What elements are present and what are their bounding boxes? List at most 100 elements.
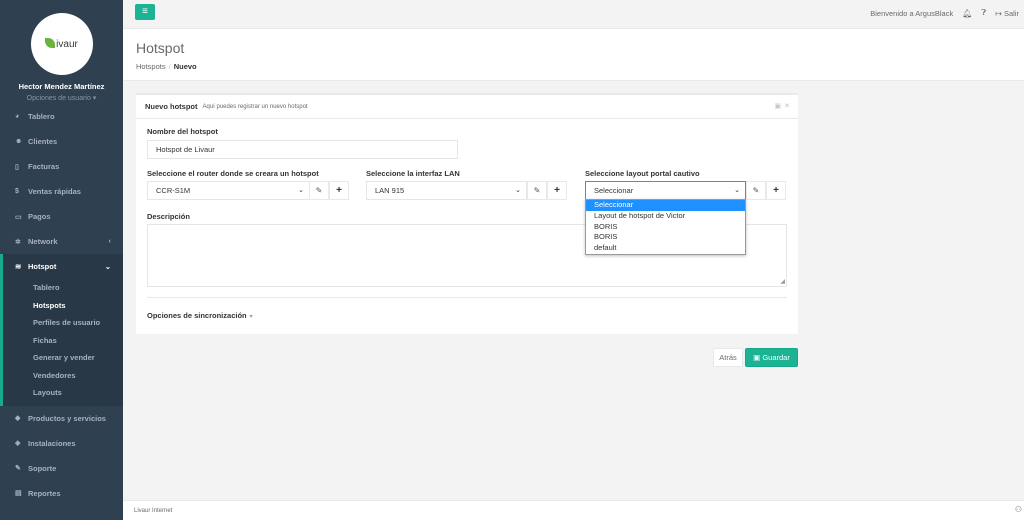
submenu-item-perfiles[interactable]: Perfiles de usuario — [3, 314, 123, 332]
breadcrumb-separator: / — [168, 62, 171, 71]
lan-label: Seleccione la interfaz LAN — [366, 169, 460, 178]
hotspot-name-input[interactable]: Hotspot de Livaur — [147, 140, 458, 159]
chevron-down-icon: ⌄ — [515, 187, 521, 194]
sidebar-item-pagos[interactable]: ▭ Pagos — [0, 204, 123, 229]
dollar-icon: $ — [15, 188, 19, 195]
router-label: Seleccione el router donde se creara un … — [147, 169, 319, 178]
hamburger-icon: ≡ — [142, 6, 148, 17]
sync-options-toggle[interactable]: Opciones de sincronización ▾ — [147, 311, 253, 320]
description-label: Descripción — [147, 212, 190, 221]
topbar-right: Bienvenido a ArgusBlack 🔔︎ ❓︎ ↦ Salir — [870, 8, 1019, 18]
topbar: ≡ Bienvenido a ArgusBlack 🔔︎ ❓︎ ↦ Salir — [123, 0, 1024, 29]
layout-add-button[interactable]: + — [766, 181, 786, 200]
sidebar-item-clientes[interactable]: ☻ Clientes — [0, 129, 123, 154]
breadcrumb-hotspots[interactable]: Hotspots — [136, 62, 166, 71]
sidebar-item-facturas[interactable]: ▯ Facturas — [0, 154, 123, 179]
tag-icon: ◆ — [15, 415, 21, 422]
page-header: Hotspot Hotspots / Nuevo — [123, 29, 1024, 81]
sidebar-item-ventas-rapidas[interactable]: $ Ventas rápidas — [0, 179, 123, 204]
dashboard-icon: ◕ — [15, 113, 20, 120]
user-options-dropdown[interactable]: Opciones de usuario ▾ — [0, 94, 123, 102]
sidebar-item-soporte[interactable]: ✎ Soporte — [0, 456, 123, 481]
layout-option[interactable]: default — [586, 243, 745, 254]
lan-edit-button[interactable]: ✎ — [527, 181, 547, 200]
sidebar: ivaur Hector Mendez Martínez Opciones de… — [0, 0, 123, 520]
plus-icon: + — [554, 185, 560, 196]
plus-icon: + — [336, 185, 342, 196]
chat-icon[interactable]: ⚇ — [1015, 505, 1022, 514]
breadcrumb-nuevo: Nuevo — [173, 62, 197, 71]
logo-text: ivaur — [56, 39, 78, 50]
form-divider — [147, 297, 787, 298]
router-select[interactable]: CCR-S1M ⌄ — [147, 181, 310, 200]
submenu-item-hotspots[interactable]: Hotspots — [3, 297, 123, 315]
submenu-item-tablero[interactable]: Tablero — [3, 279, 123, 297]
chevron-left-icon: ‹ — [108, 238, 111, 245]
layout-option[interactable]: Seleccionar — [586, 200, 745, 211]
panel-title: Nuevo hotspot — [145, 102, 198, 111]
chevron-down-icon: ⌄ — [104, 262, 111, 271]
router-add-button[interactable]: + — [329, 181, 349, 200]
floppy-icon: ▣ — [753, 353, 761, 362]
gear-icon: ✲ — [15, 238, 21, 246]
sign-out-icon: ↦ — [995, 8, 1002, 18]
footer: Livaur Internet ⚇ — [123, 500, 1024, 520]
sidebar-item-network[interactable]: ✲ Network ‹ — [0, 229, 123, 254]
chevron-down-icon: ⌄ — [734, 187, 740, 194]
layout-options-list: Seleccionar Layout de hotspot de Victor … — [585, 199, 746, 255]
logout-link[interactable]: ↦ Salir — [995, 9, 1019, 18]
edit-icon: ✎ — [315, 186, 323, 195]
page-title: Hotspot — [136, 40, 185, 56]
router-edit-button[interactable]: ✎ — [309, 181, 329, 200]
breadcrumb: Hotspots / Nuevo — [136, 62, 197, 71]
book-icon: ▤ — [15, 490, 22, 497]
welcome-text: Bienvenido a ArgusBlack — [870, 8, 954, 18]
panel-subtitle: Aquí puedes registrar un nuevo hotspot — [202, 103, 308, 110]
hotspot-name-label: Nombre del hotspot — [147, 127, 218, 136]
users-icon: ☻ — [15, 138, 23, 145]
submenu-item-generar[interactable]: Generar y vender — [3, 349, 123, 367]
help-icon[interactable]: ❓︎ — [981, 8, 986, 18]
submenu-item-layouts[interactable]: Layouts — [3, 384, 123, 402]
plus-icon: + — [773, 185, 779, 196]
hotspot-submenu: Tablero Hotspots Perfiles de usuario Fic… — [3, 279, 123, 406]
save-button[interactable]: ▣ Guardar — [745, 348, 798, 367]
panel-header: Nuevo hotspot Aquí puedes registrar un n… — [136, 95, 798, 119]
install-icon: ◈ — [15, 440, 21, 447]
sidebar-item-tablero[interactable]: ◕ Tablero — [0, 104, 123, 129]
footer-text: Livaur Internet — [134, 508, 173, 514]
brand-logo: ivaur — [30, 13, 93, 75]
lan-add-button[interactable]: + — [547, 181, 567, 200]
file-icon: ▯ — [15, 163, 19, 171]
layout-select[interactable]: Seleccionar ⌄ — [585, 181, 746, 200]
wrench-icon: ✎ — [15, 465, 21, 472]
money-icon: ▭ — [15, 213, 22, 221]
bell-icon[interactable]: 🔔︎ — [962, 9, 972, 18]
layout-option[interactable]: BORIS — [586, 222, 745, 233]
edit-icon: ✎ — [752, 186, 760, 195]
leaf-icon — [45, 38, 56, 48]
panel-tools: ▣ ✕ — [775, 102, 791, 110]
wifi-icon: ≋ — [15, 262, 22, 271]
profile-block: ivaur Hector Mendez Martínez Opciones de… — [0, 0, 123, 104]
sidebar-item-instalaciones[interactable]: ◈ Instalaciones — [0, 431, 123, 456]
close-icon[interactable]: ✕ — [784, 102, 790, 110]
menu-toggle-button[interactable]: ≡ — [135, 4, 155, 20]
sidebar-item-productos[interactable]: ◆ Productos y servicios — [0, 406, 123, 431]
sidebar-nav: ◕ Tablero ☻ Clientes ▯ Facturas $ Ventas ráp… — [0, 104, 123, 506]
layout-label: Seleccione layout portal cautivo — [585, 169, 700, 178]
lan-select[interactable]: LAN 915 ⌄ — [366, 181, 527, 200]
user-name: Hector Mendez Martínez — [18, 82, 105, 91]
submenu-item-fichas[interactable]: Fichas — [3, 332, 123, 350]
resize-grip-icon[interactable]: ◢ — [780, 278, 785, 285]
sidebar-item-hotspot-header[interactable]: ≋ Hotspot ⌄ — [3, 254, 123, 279]
back-button[interactable]: Atrás — [713, 348, 743, 367]
layout-option[interactable]: Layout de hotspot de Victor — [586, 211, 745, 222]
sidebar-item-reportes[interactable]: ▤ Reportes — [0, 481, 123, 506]
layout-option[interactable]: BORIS — [586, 232, 745, 243]
layout-edit-button[interactable]: ✎ — [746, 181, 766, 200]
edit-icon: ✎ — [533, 186, 541, 195]
chevron-down-icon: ⌄ — [298, 187, 304, 194]
submenu-item-vendedores[interactable]: Vendedores — [3, 367, 123, 385]
save-icon[interactable]: ▣ — [775, 102, 782, 110]
